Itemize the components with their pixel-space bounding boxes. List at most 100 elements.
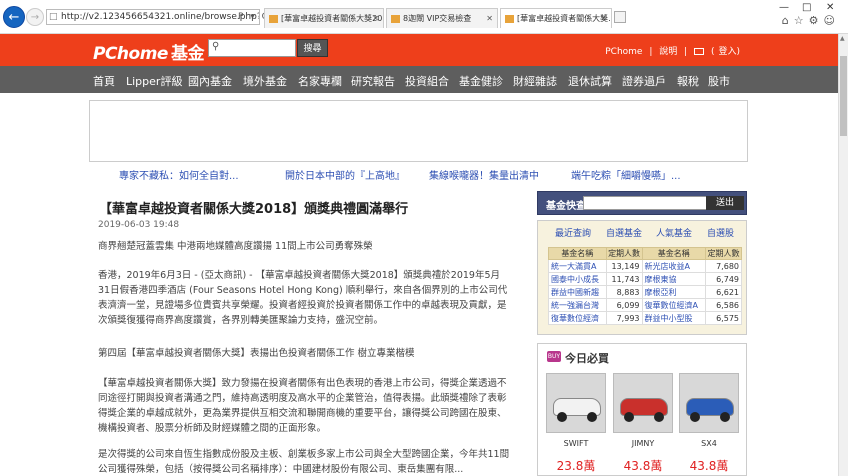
- fund-name-link[interactable]: 新光店收益A: [641, 259, 707, 273]
- help-link[interactable]: 說明: [659, 47, 677, 57]
- promo-link[interactable]: 集線喉嚨器！集量出清中: [429, 167, 539, 182]
- fund-name-link[interactable]: 摩根東協: [641, 272, 707, 286]
- menu-item-offshore-fund[interactable]: 境外基金: [243, 73, 287, 89]
- car-image-swift[interactable]: [546, 373, 606, 433]
- back-arrow-icon[interactable]: ←: [3, 6, 25, 28]
- car-price: 23.8萬: [556, 459, 596, 473]
- new-tab-button[interactable]: [614, 11, 626, 23]
- tab-popular-funds[interactable]: 人氣基金: [656, 226, 692, 239]
- tab-my-funds[interactable]: 自選基金: [606, 226, 642, 239]
- close-window-button[interactable]: ✕: [826, 2, 834, 13]
- tab-recent[interactable]: 最近查詢: [555, 226, 591, 239]
- car-image-jimny[interactable]: [613, 373, 673, 433]
- car-price: 43.8萬: [689, 459, 729, 473]
- menu-item-domestic-fund[interactable]: 國內基金: [188, 73, 232, 89]
- subscriber-count: 11,743: [605, 272, 643, 286]
- tab-my-stocks[interactable]: 自選股: [707, 226, 734, 239]
- subscriber-count: 6,099: [605, 298, 643, 312]
- address-text: http://v2.123456654321.online/browse.php…: [61, 12, 259, 22]
- menu-item-research[interactable]: 研究報告: [351, 73, 395, 89]
- menu-item-transfer[interactable]: 證券過戶: [622, 73, 666, 89]
- car-name[interactable]: JIMNY: [613, 439, 673, 448]
- table-row: 統一大滿貫A 13,149 新光店收益A 7,680: [548, 259, 742, 273]
- favorites-star-icon[interactable]: ☆: [794, 14, 809, 27]
- promo-link[interactable]: 開於日本中部的『上高地』: [285, 167, 405, 182]
- scroll-up-icon[interactable]: ▲: [840, 35, 845, 42]
- fund-name-link[interactable]: 摩根亞利: [641, 285, 707, 299]
- fund-name-link[interactable]: 復華數位經濟: [548, 311, 607, 325]
- subscriber-count: 7,993: [605, 311, 643, 325]
- article-date: 2019-06-03 19:48: [98, 220, 180, 230]
- menu-item-fund-checkup[interactable]: 基金健診: [459, 73, 503, 89]
- home-icon[interactable]: ⌂: [782, 14, 794, 27]
- car-name[interactable]: SX4: [679, 439, 739, 448]
- site-logo[interactable]: PChome 基金: [93, 39, 204, 64]
- forward-arrow-icon[interactable]: →: [26, 8, 44, 26]
- tab-label: [華富卓越投資者關係大獎...: [517, 14, 612, 23]
- tab-favicon-icon: [391, 15, 400, 23]
- search-input[interactable]: ⚲: [208, 39, 296, 57]
- article-paragraph: 【華富卓越投資者關係大獎】致力發揚在投資者關係有出色表現的香港上市公司，得獎企業…: [98, 378, 507, 434]
- table-header-row: 基金名稱 定期人數 基金名稱 定期人數: [548, 247, 742, 260]
- car-name[interactable]: SWIFT: [546, 439, 606, 448]
- site-header: PChome 基金 ⚲ 搜尋 PChome | 說明 | (登入): [0, 34, 838, 66]
- divider: |: [684, 47, 688, 57]
- subscriber-count: 6,749: [705, 272, 742, 286]
- browser-tab-2[interactable]: 8迦閘 VIP交易檢查 ✕: [386, 8, 498, 28]
- divider: |: [649, 47, 653, 57]
- menu-item-stock[interactable]: 股市: [708, 73, 730, 89]
- car-wheel: [654, 412, 664, 422]
- logo-suffix: 基金: [170, 44, 205, 64]
- close-icon[interactable]: ✕: [372, 9, 379, 28]
- menu-item-home[interactable]: 首頁: [93, 73, 115, 89]
- menu-item-portfolio[interactable]: 投資組合: [405, 73, 449, 89]
- vertical-scrollbar[interactable]: ▲: [838, 34, 848, 476]
- fund-name-link[interactable]: 群益中國新趨: [548, 285, 607, 299]
- address-bar[interactable]: □ http://v2.123456654321.online/browse.p…: [46, 9, 260, 25]
- fund-quick-search: 基金快查 送出: [537, 191, 747, 215]
- scroll-thumb[interactable]: [840, 56, 847, 136]
- column-header: 基金名稱: [641, 247, 707, 260]
- car-price: 43.8萬: [623, 459, 663, 473]
- menu-item-retirement[interactable]: 退休試算: [568, 73, 612, 89]
- fund-search-label: 基金快查: [546, 201, 586, 212]
- menu-item-magazine[interactable]: 財經雜誌: [513, 73, 557, 89]
- fund-name-link[interactable]: 群益中小型股: [641, 311, 707, 325]
- promo-link[interactable]: 端午吃粽「細嚼慢嚥」...: [571, 167, 681, 182]
- tab-label: [華富卓越投資者關係大獎20...: [281, 14, 384, 23]
- login-link[interactable]: (登入): [711, 47, 740, 57]
- fund-name-link[interactable]: 復華數位經濟A: [641, 298, 707, 312]
- table-row: 復華數位經濟 7,993 群益中小型股 6,575: [548, 311, 742, 325]
- browser-tab-1[interactable]: [華富卓越投資者關係大獎20... ✕: [264, 8, 384, 28]
- promo-link[interactable]: 專家不藏私：如何全自對...: [119, 167, 239, 182]
- smiley-icon[interactable]: ☺: [824, 14, 840, 27]
- table-row: 國泰中小成長 11,743 摩根東協 6,749: [548, 272, 742, 286]
- fund-name-link[interactable]: 國泰中小成長: [548, 272, 607, 286]
- top-links: PChome | 說明 | (登入): [601, 44, 740, 57]
- fund-name-link[interactable]: 統一強漏台灣: [548, 298, 607, 312]
- browser-tools: ⌂☆⚙☺: [782, 14, 840, 27]
- column-header: 定期人數: [605, 247, 643, 260]
- close-icon[interactable]: ✕: [486, 9, 493, 28]
- menu-item-tax[interactable]: 報稅: [677, 73, 699, 89]
- subscriber-count: 6,586: [705, 298, 742, 312]
- menu-item-lipper[interactable]: Lipper評級: [126, 73, 182, 89]
- search-button[interactable]: 搜尋: [297, 39, 328, 57]
- tab-favicon-icon: [505, 15, 514, 23]
- mail-icon: [694, 48, 705, 55]
- settings-gear-icon[interactable]: ⚙: [809, 14, 824, 27]
- car-image-sx4[interactable]: [679, 373, 739, 433]
- buy-badge: BUY: [547, 351, 561, 362]
- pchome-link[interactable]: PChome: [605, 47, 642, 57]
- browser-tab-3[interactable]: [華富卓越投資者關係大獎... ✕: [500, 8, 612, 28]
- minimize-button[interactable]: —: [779, 2, 789, 13]
- subscriber-count: 6,621: [705, 285, 742, 299]
- car-wheel: [557, 412, 567, 422]
- page-icon: □: [49, 12, 58, 22]
- maximize-button[interactable]: □: [802, 2, 811, 13]
- table-row: 統一強漏台灣 6,099 復華數位經濟A 6,586: [548, 298, 742, 312]
- fund-search-submit-button[interactable]: 送出: [706, 196, 744, 210]
- menu-item-columns[interactable]: 名家專欄: [298, 73, 342, 89]
- close-icon[interactable]: ✕: [600, 9, 607, 28]
- fund-name-link[interactable]: 統一大滿貫A: [548, 259, 607, 273]
